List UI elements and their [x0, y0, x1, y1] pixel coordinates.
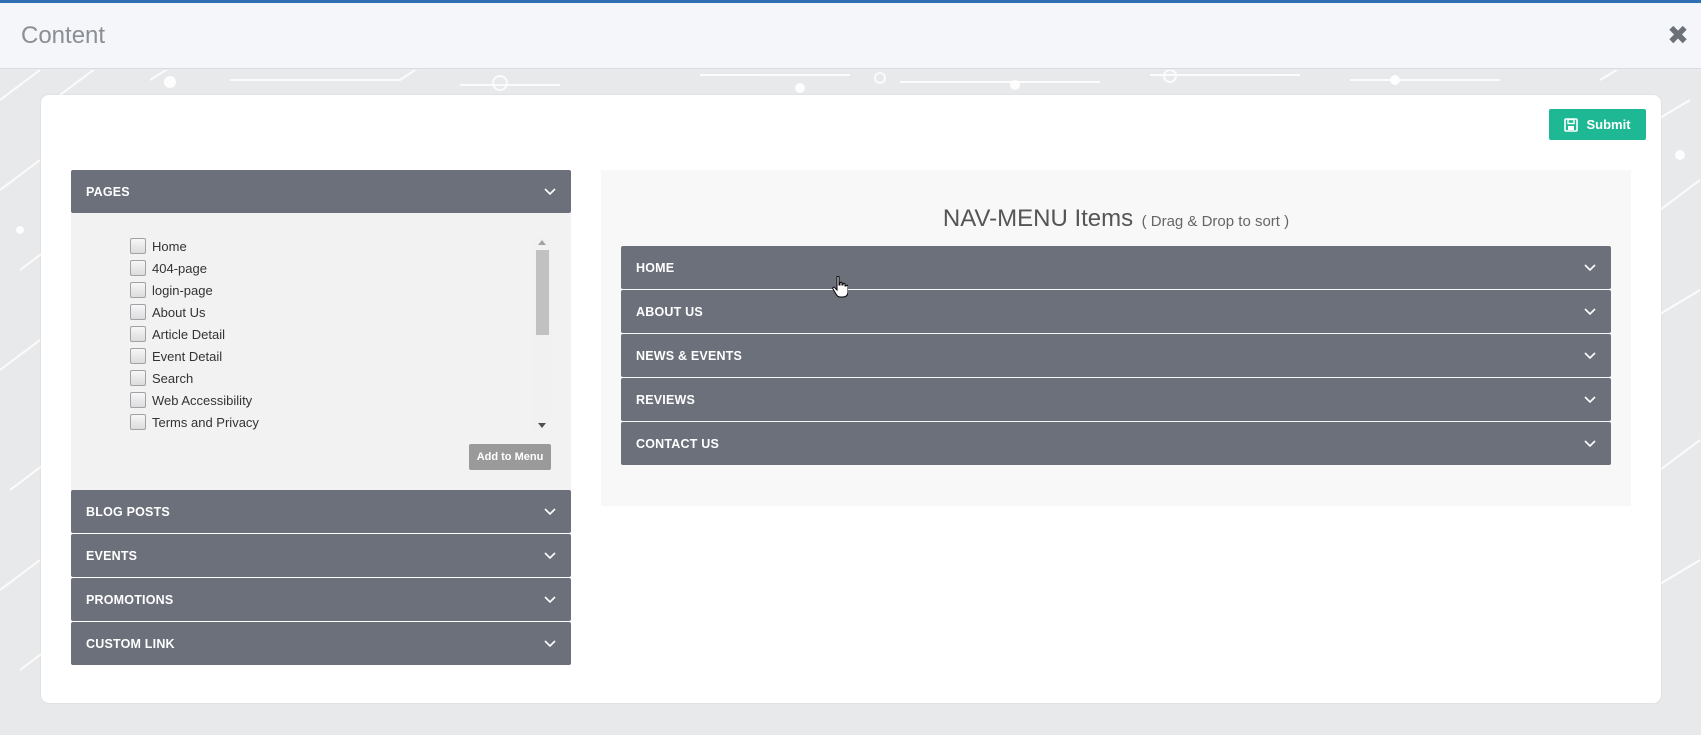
pages-list-scrollbar[interactable] — [534, 235, 551, 433]
list-item-label: 404-page — [152, 260, 207, 276]
pages-accordion-header[interactable]: PAGES — [71, 170, 571, 213]
checkbox[interactable] — [130, 304, 146, 320]
list-item[interactable]: login-page — [130, 279, 213, 301]
nav-item-label: ABOUT US — [636, 304, 703, 319]
checkbox[interactable] — [130, 282, 146, 298]
list-item-label: Article Detail — [152, 326, 225, 342]
accordion-label: BLOG POSTS — [86, 504, 170, 519]
checkbox[interactable] — [130, 238, 146, 254]
nav-menu-subtitle: ( Drag & Drop to sort ) — [1141, 213, 1290, 230]
list-item[interactable]: Event Detail — [130, 345, 222, 367]
accordion-label: EVENTS — [86, 548, 138, 563]
accordion-label: CUSTOM LINK — [86, 636, 175, 651]
chevron-down-icon — [1584, 308, 1596, 316]
checkbox[interactable] — [130, 326, 146, 342]
checkbox[interactable] — [130, 348, 146, 364]
chevron-down-icon — [544, 596, 556, 604]
chevron-down-icon — [1584, 352, 1596, 360]
checkbox[interactable] — [130, 392, 146, 408]
checkbox[interactable] — [130, 370, 146, 386]
list-item-label: Event Detail — [152, 348, 223, 364]
accordion-header-events[interactable]: EVENTS — [71, 534, 571, 577]
list-item[interactable]: Web Accessibility — [130, 389, 252, 411]
nav-menu-heading: NAV-MENU Items ( Drag & Drop to sort ) — [601, 205, 1631, 233]
checkbox[interactable] — [130, 414, 146, 430]
submit-button[interactable]: Submit — [1549, 109, 1646, 140]
list-item-label: Terms and Privacy — [152, 414, 259, 430]
save-icon — [1564, 117, 1579, 132]
checkbox[interactable] — [130, 260, 146, 276]
chevron-down-icon — [1584, 396, 1596, 404]
list-item[interactable]: Article Detail — [130, 323, 225, 345]
list-item[interactable]: Home — [130, 235, 187, 257]
scrollbar-thumb[interactable] — [536, 250, 549, 335]
list-item[interactable]: Terms and Privacy — [130, 411, 259, 433]
nav-item-label: NEWS & EVENTS — [636, 348, 743, 363]
nav-menu-title: NAV-MENU Items — [942, 205, 1134, 232]
list-item-label: Web Accessibility — [152, 392, 253, 408]
nav-item-news-events[interactable]: NEWS & EVENTS — [621, 334, 1611, 377]
add-to-menu-button[interactable]: Add to Menu — [469, 444, 551, 470]
modal-title: Content — [21, 21, 106, 49]
list-item[interactable]: About Us — [130, 301, 205, 323]
chevron-down-icon — [1584, 440, 1596, 448]
list-item[interactable]: 404-page — [130, 257, 207, 279]
pages-checkbox-list: Home 404-page login-page About Us Articl… — [130, 235, 550, 435]
chevron-down-icon — [544, 508, 556, 516]
submit-label: Submit — [1586, 117, 1631, 132]
hand-cursor-icon — [832, 276, 848, 298]
scroll-down-arrow-icon[interactable] — [538, 423, 546, 428]
chevron-down-icon — [544, 188, 556, 196]
accordion-label: PROMOTIONS — [86, 592, 174, 607]
list-item-label: login-page — [152, 282, 213, 298]
chevron-down-icon — [544, 552, 556, 560]
nav-item-label: HOME — [636, 260, 675, 275]
list-item-label: About Us — [152, 304, 206, 320]
close-icon[interactable]: ✖ — [1665, 23, 1691, 49]
chevron-down-icon — [544, 640, 556, 648]
modal-header: Content ✖ — [0, 3, 1701, 69]
pages-accordion-label: PAGES — [86, 184, 130, 199]
nav-item-home[interactable]: HOME — [621, 246, 1611, 289]
nav-item-label: CONTACT US — [636, 436, 720, 451]
list-item[interactable]: Search — [130, 367, 193, 389]
accordion-header-custom-link[interactable]: CUSTOM LINK — [71, 622, 571, 665]
accordion-header-promotions[interactable]: PROMOTIONS — [71, 578, 571, 621]
nav-item-contact-us[interactable]: CONTACT US — [621, 422, 1611, 465]
chevron-down-icon — [1584, 264, 1596, 272]
nav-item-reviews[interactable]: REVIEWS — [621, 378, 1611, 421]
list-item-label: Search — [152, 370, 194, 386]
nav-item-about-us[interactable]: ABOUT US — [621, 290, 1611, 333]
nav-item-label: REVIEWS — [636, 392, 696, 407]
scroll-up-arrow-icon[interactable] — [538, 240, 546, 245]
list-item-label: Home — [152, 238, 187, 254]
accordion-header-blog-posts[interactable]: BLOG POSTS — [71, 490, 571, 533]
